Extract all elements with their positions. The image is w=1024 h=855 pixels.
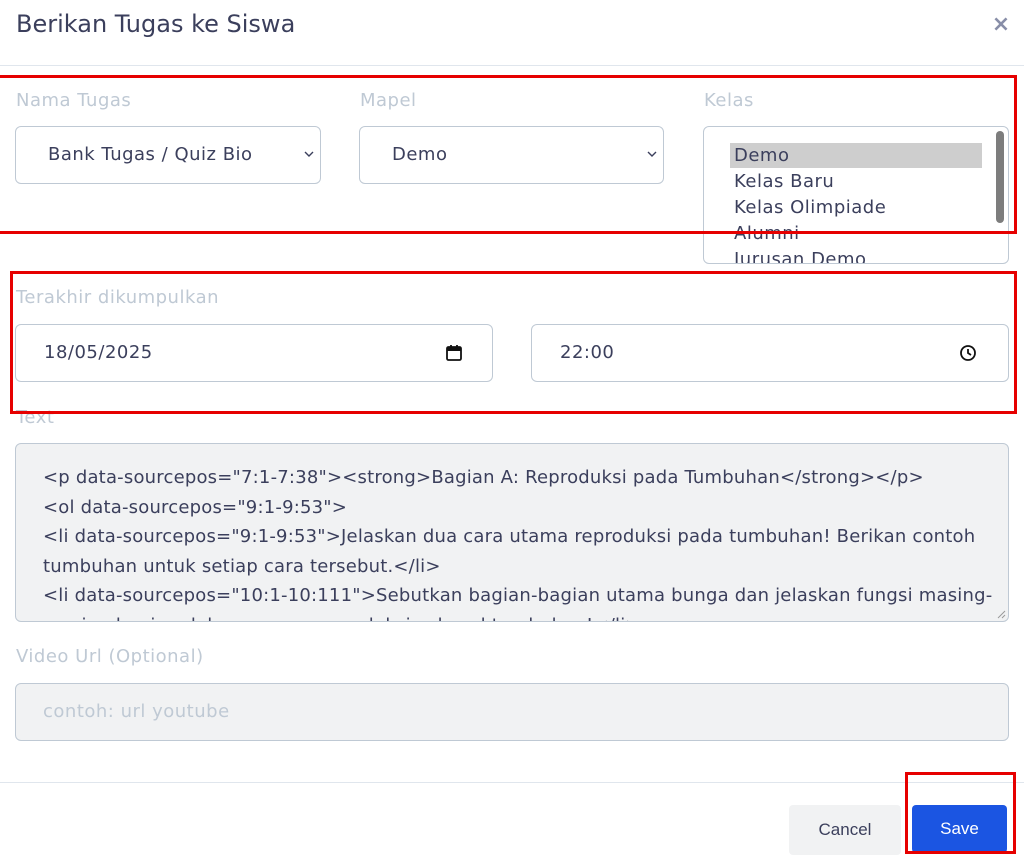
video-url-input[interactable]: contoh: url youtube: [15, 683, 1009, 741]
chevron-down-icon: [647, 151, 657, 157]
kelas-option[interactable]: Kelas Olimpiade: [730, 195, 982, 220]
calendar-icon[interactable]: [444, 343, 464, 363]
text-content: <p data-sourcepos="7:1-7:38"><strong>Bag…: [43, 467, 993, 621]
kelas-option[interactable]: Alumni: [730, 221, 982, 246]
video-url-label: Video Url (Optional): [16, 646, 204, 667]
listbox-scrollbar[interactable]: [996, 131, 1004, 223]
modal-title: Berikan Tugas ke Siswa: [16, 10, 296, 38]
mapel-label: Mapel: [360, 90, 417, 111]
save-button[interactable]: Save: [912, 805, 1007, 853]
clock-icon[interactable]: [958, 343, 978, 363]
deadline-label: Terakhir dikumpulkan: [16, 287, 220, 308]
chevron-down-icon: [304, 151, 314, 157]
kelas-listbox[interactable]: Demo Kelas Baru Kelas Olimpiade Alumni J…: [703, 126, 1009, 264]
kelas-option[interactable]: Jurusan Demo: [730, 247, 982, 263]
text-textarea[interactable]: <p data-sourcepos="7:1-7:38"><strong>Bag…: [15, 443, 1009, 622]
kelas-label: Kelas: [704, 90, 754, 111]
time-value: 22:00: [560, 342, 615, 363]
kelas-option[interactable]: Kelas Baru: [730, 169, 982, 194]
nama-tugas-label: Nama Tugas: [16, 90, 132, 111]
kelas-option[interactable]: Demo: [730, 143, 982, 168]
time-input[interactable]: 22:00: [531, 324, 1009, 382]
nama-tugas-value: Bank Tugas / Quiz Bio: [48, 144, 253, 165]
date-input[interactable]: 18/05/2025: [15, 324, 493, 382]
cancel-button[interactable]: Cancel: [789, 805, 901, 855]
mapel-value: Demo: [392, 144, 448, 165]
close-icon[interactable]: ×: [990, 12, 1012, 38]
text-label: Text: [16, 407, 55, 428]
video-url-placeholder: contoh: url youtube: [43, 701, 230, 722]
mapel-select[interactable]: Demo: [359, 126, 664, 184]
date-value: 18/05/2025: [44, 342, 153, 363]
resize-handle-icon[interactable]: [996, 609, 1006, 619]
modal-header: Berikan Tugas ke Siswa ×: [0, 0, 1024, 66]
nama-tugas-select[interactable]: Bank Tugas / Quiz Bio: [15, 126, 321, 184]
